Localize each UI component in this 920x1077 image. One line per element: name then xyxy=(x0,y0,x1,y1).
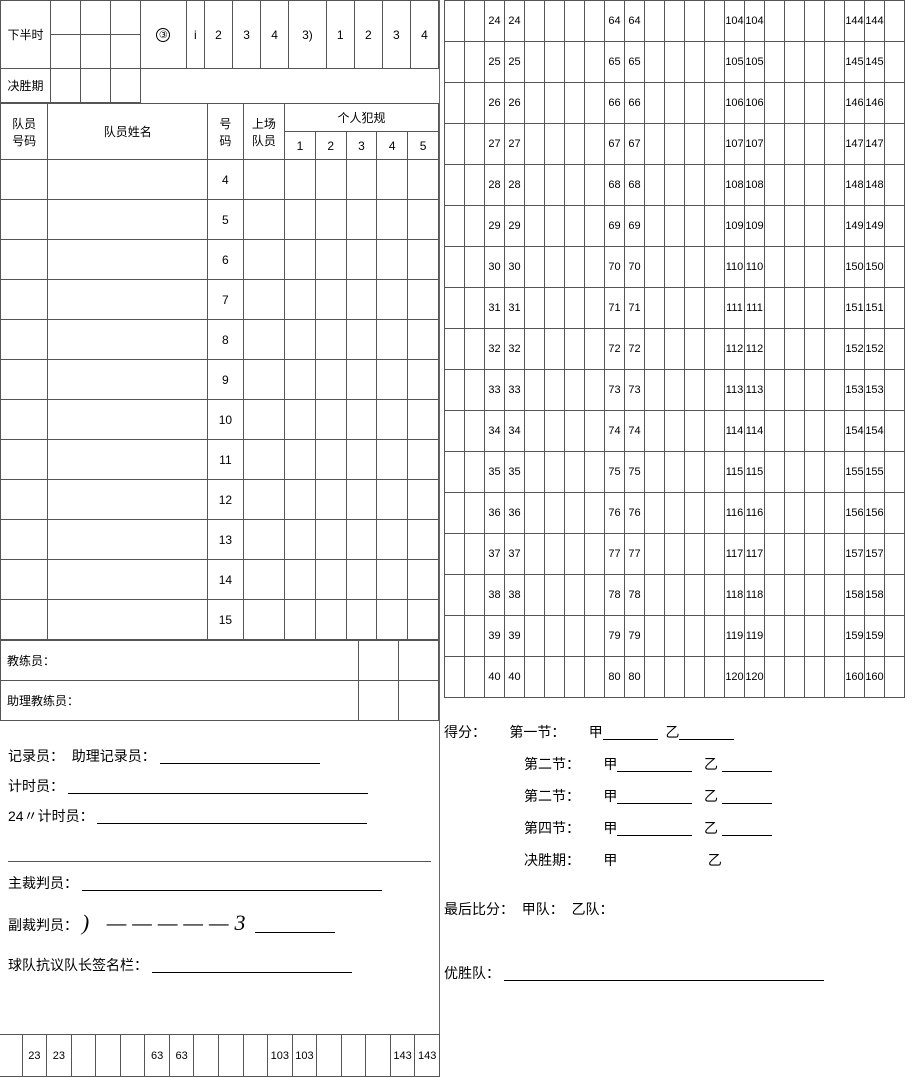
roster-row: 13 xyxy=(1,520,439,560)
score-row: 32327272112112152152 xyxy=(445,329,905,370)
score-row: 31317171111111151151 xyxy=(445,288,905,329)
score-row: 37377777117117157157 xyxy=(445,534,905,575)
bottom-cell: 63 xyxy=(169,1035,194,1077)
score-row: 38387878118118158158 xyxy=(445,575,905,616)
score-row: 27276767107107147147 xyxy=(445,124,905,165)
bottom-cell: 23 xyxy=(47,1035,72,1077)
coach-assistant: 助理教练员： xyxy=(1,681,359,721)
bottom-cell xyxy=(194,1035,219,1077)
score-row: 35357575115115155155 xyxy=(445,452,905,493)
roster-row: 10 xyxy=(1,400,439,440)
bottom-cell xyxy=(341,1035,366,1077)
roster-row: 8 xyxy=(1,320,439,360)
ref-signature: ) —————3 xyxy=(82,910,252,935)
col-no: 号 码 xyxy=(208,104,244,160)
bottom-cell xyxy=(120,1035,145,1077)
col-foul-header: 个人犯规 xyxy=(285,104,439,132)
score-row: 24246464104104144144 xyxy=(445,1,905,42)
score-row: 34347474114114154154 xyxy=(445,411,905,452)
col-onfield: 上场 队员 xyxy=(243,104,284,160)
roster-row: 6 xyxy=(1,240,439,280)
roster-row: 11 xyxy=(1,440,439,480)
score-row: 30307070110110150150 xyxy=(445,247,905,288)
bottom-cell xyxy=(243,1035,268,1077)
roster-row: 4 xyxy=(1,160,439,200)
bottom-cell xyxy=(218,1035,243,1077)
roster-row: 5 xyxy=(1,200,439,240)
roster-table: 队员 号码 队员姓名 号 码 上场 队员 个人犯规 1 2 3 4 5 4567… xyxy=(0,103,439,640)
col-name: 队员姓名 xyxy=(48,104,208,160)
score-row: 36367676116116156156 xyxy=(445,493,905,534)
bottom-cell: 143 xyxy=(415,1035,440,1077)
score-row: 29296969109109149149 xyxy=(445,206,905,247)
second-half-label: 下半时 xyxy=(1,1,51,69)
roster-row: 7 xyxy=(1,280,439,320)
score-row: 25256565105105145145 xyxy=(445,42,905,83)
top-header-table: 下半时 ③ i 2 3 4 3) 1 2 3 4 决胜期 xyxy=(0,0,439,103)
bottom-cell: 63 xyxy=(145,1035,170,1077)
coach-table: 教练员： 助理教练员： xyxy=(0,640,439,721)
bottom-cell: 143 xyxy=(390,1035,415,1077)
officials-block: 记录员： 助理记录员： 计时员： 24〃计时员： 主裁判员： 副裁判员： ) —… xyxy=(8,741,431,980)
score-grid: 2424646410410414414425256565105105145145… xyxy=(444,0,905,698)
bottom-cell xyxy=(71,1035,96,1077)
coach-head: 教练员： xyxy=(1,641,359,681)
overtime-label: 决胜期 xyxy=(1,69,51,103)
col-team-no: 队员 号码 xyxy=(1,104,48,160)
roster-row: 9 xyxy=(1,360,439,400)
roster-row: 14 xyxy=(1,560,439,600)
score-row: 39397979119119159159 xyxy=(445,616,905,657)
roster-row: 15 xyxy=(1,600,439,640)
score-summary: 得分： 第一节： 甲 乙 第二节： 甲 乙 第二节： 甲 乙 xyxy=(444,716,904,876)
bottom-cell: 23 xyxy=(22,1035,47,1077)
roster-row: 12 xyxy=(1,480,439,520)
bottom-cell: 103 xyxy=(292,1035,317,1077)
bottom-cell: 103 xyxy=(268,1035,293,1077)
score-row: 28286868108108148148 xyxy=(445,165,905,206)
score-row: 40408080120120160160 xyxy=(445,657,905,698)
bottom-cell xyxy=(96,1035,121,1077)
final-block: 最后比分： 甲队： 乙队： 优胜队： xyxy=(444,892,904,990)
bottom-strip: 2323 6363 103103 143143 xyxy=(0,1034,440,1077)
score-row: 26266666106106146146 xyxy=(445,83,905,124)
score-row: 33337373113113153153 xyxy=(445,370,905,411)
bottom-cell xyxy=(366,1035,391,1077)
bottom-cell xyxy=(317,1035,342,1077)
